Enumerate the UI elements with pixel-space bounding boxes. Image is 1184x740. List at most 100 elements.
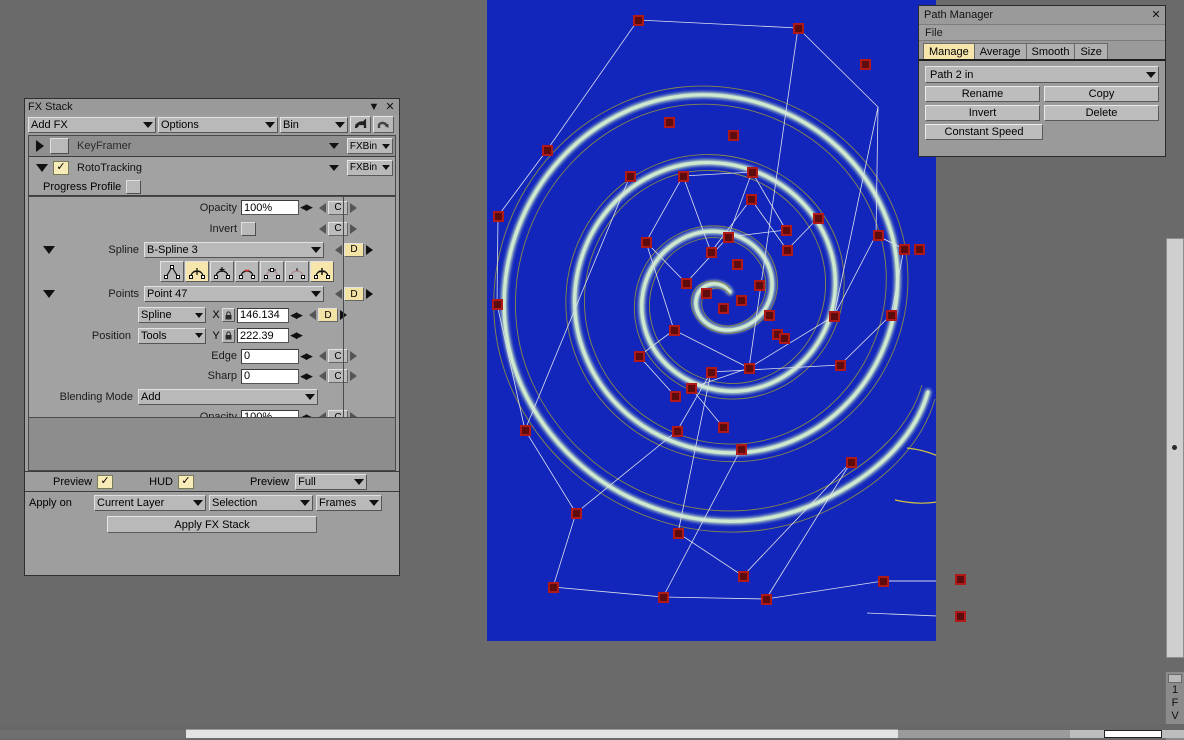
points-key-button[interactable]: D	[344, 287, 364, 301]
x-input[interactable]: 146.134	[237, 307, 289, 323]
rename-button[interactable]: Rename	[925, 86, 1040, 102]
blending-mode-dropdown[interactable]: Add	[138, 388, 318, 405]
effect-enable-checkbox[interactable]	[50, 138, 69, 154]
sharp-keyframe-nav[interactable]: C	[319, 369, 357, 383]
apply-on-row[interactable]: Apply on Current Layer Selection Frames	[25, 492, 399, 514]
preview-checkbox[interactable]: ✓	[97, 474, 114, 489]
bin-dropdown[interactable]: Bin	[280, 116, 348, 133]
spline-move-point-icon[interactable]	[310, 261, 334, 282]
prev-key-icon[interactable]	[319, 351, 326, 361]
prev-key-icon[interactable]	[319, 202, 326, 213]
copy-button[interactable]: Copy	[1044, 86, 1159, 102]
vertical-scrollbar[interactable]	[1166, 238, 1184, 658]
apply-range-dropdown[interactable]: Frames	[316, 495, 382, 511]
constant-speed-button[interactable]: Constant Speed	[925, 124, 1043, 140]
points-dropdown[interactable]: Point 47	[144, 286, 324, 302]
close-icon[interactable]: ✕	[1150, 9, 1162, 21]
opacity-input[interactable]: 100%	[241, 200, 299, 215]
sharp-spinner[interactable]: ◀▶	[299, 369, 313, 383]
prev-key-icon[interactable]	[335, 244, 342, 255]
path-manager-panel[interactable]: Path Manager ✕ File Manage Average Smoot…	[918, 5, 1166, 157]
hud-checkbox[interactable]: ✓	[177, 474, 194, 489]
progress-profile-row[interactable]: Progress Profile	[29, 178, 395, 196]
expand-collapse-icon[interactable]	[43, 245, 55, 254]
position-mode-tools-dropdown[interactable]: Tools	[138, 327, 206, 344]
progress-profile-swatch[interactable]	[126, 179, 142, 194]
path-select-dropdown[interactable]: Path 2 in	[925, 66, 1159, 83]
fx-stack-panel[interactable]: FX Stack ▼ ✕ Add FX Options Bin KeyFrame…	[24, 98, 400, 576]
effect-enable-checkbox[interactable]: ✓	[53, 160, 69, 175]
param-invert[interactable]: Invert C	[29, 218, 395, 239]
position-key-button[interactable]: D	[318, 308, 338, 322]
bottom-seg-track[interactable]	[186, 729, 898, 738]
next-key-icon[interactable]	[366, 289, 373, 299]
spline-cusp-icon[interactable]	[285, 261, 309, 282]
prev-key-icon[interactable]	[309, 310, 316, 320]
path-manager-titlebar[interactable]: Path Manager ✕	[919, 6, 1165, 24]
tab-smooth[interactable]: Smooth	[1025, 43, 1076, 59]
invert-key-button[interactable]: C	[328, 221, 348, 236]
opacity-spinner[interactable]: ◀▶	[299, 201, 313, 215]
sharp-key-button[interactable]: C	[328, 369, 348, 383]
expand-collapse-icon[interactable]	[43, 290, 55, 298]
spline-corner-icon[interactable]	[160, 261, 184, 282]
fx-stack-footer[interactable]: Preview ✓ HUD ✓ Preview Full	[25, 471, 399, 492]
next-key-icon[interactable]	[366, 244, 373, 255]
fx-stack-toolbar[interactable]: Add FX Options Bin	[25, 115, 399, 135]
viewport-canvas[interactable]	[487, 0, 936, 641]
position-mode-spline-dropdown[interactable]: Spline	[138, 307, 206, 323]
chevron-down-icon[interactable]	[329, 164, 339, 171]
path-manager-body[interactable]: Path 2 in Rename Copy Invert Delete Cons…	[919, 61, 1165, 145]
path-manager-button-row-3[interactable]: Constant Speed	[925, 124, 1159, 140]
chevron-down-icon[interactable]	[329, 143, 339, 149]
param-position-y[interactable]: Position Tools Y 222.39 ◀▶	[29, 325, 395, 346]
apply-target-dropdown[interactable]: Current Layer	[94, 495, 206, 511]
add-fx-dropdown[interactable]: Add FX	[28, 116, 156, 133]
param-sharp[interactable]: Sharp 0 ◀▶ C	[29, 366, 395, 386]
prev-key-icon[interactable]	[319, 223, 326, 234]
path-manager-button-row-1[interactable]: Rename Copy	[925, 86, 1159, 102]
apply-button-row[interactable]: Apply FX Stack	[25, 514, 399, 538]
bottom-toolbar-strip[interactable]	[0, 729, 1184, 738]
fx-stack-titlebar[interactable]: FX Stack ▼ ✕	[25, 99, 399, 115]
spline-tool-row[interactable]	[29, 260, 395, 283]
tab-size[interactable]: Size	[1074, 43, 1108, 59]
invert-checkbox[interactable]	[241, 221, 256, 236]
fx-effect-row-rototracking[interactable]: ✓ RotoTracking FXBin	[29, 157, 395, 178]
fx-parameters[interactable]: Opacity 100% ◀▶ C Invert C Spline B-Spli…	[28, 197, 396, 471]
opacity-key-button[interactable]: C	[328, 200, 348, 215]
y-spinner[interactable]: ◀▶	[289, 329, 303, 343]
edge-spinner[interactable]: ◀▶	[299, 349, 313, 363]
next-key-icon[interactable]	[350, 202, 357, 213]
apply-scope-dropdown[interactable]: Selection	[209, 495, 313, 511]
param-edge[interactable]: Edge 0 ◀▶ C	[29, 346, 395, 366]
spline-keyframe-nav[interactable]: D	[335, 242, 373, 257]
prev-key-icon[interactable]	[335, 289, 342, 299]
invert-button[interactable]: Invert	[925, 105, 1040, 121]
spline-smooth-icon[interactable]	[260, 261, 284, 282]
apply-fx-stack-button[interactable]: Apply FX Stack	[107, 516, 317, 533]
fx-effect-row-keyframer[interactable]: KeyFramer FXBin	[29, 136, 395, 157]
opacity-keyframe-nav[interactable]: C	[319, 200, 357, 215]
points-keyframe-nav[interactable]: D	[335, 287, 373, 301]
spline-add-point-icon[interactable]	[185, 261, 209, 282]
spline-tools[interactable]	[160, 261, 334, 282]
expand-collapse-icon[interactable]	[36, 140, 44, 152]
control-points-outside-canvas[interactable]	[930, 565, 980, 635]
path-manager-menubar[interactable]: File	[919, 24, 1165, 41]
fxbin-button-keyframer[interactable]: FXBin	[347, 138, 393, 154]
bottom-frame-field[interactable]	[1104, 730, 1162, 738]
options-dropdown[interactable]: Options	[158, 116, 278, 133]
prev-key-icon[interactable]	[319, 371, 326, 381]
sharp-input[interactable]: 0	[241, 368, 299, 384]
next-key-icon[interactable]	[350, 223, 357, 234]
param-opacity[interactable]: Opacity 100% ◀▶ C	[29, 197, 395, 218]
tab-average[interactable]: Average	[973, 43, 1027, 59]
spline-insert-point-icon[interactable]	[210, 261, 234, 282]
lock-y-icon[interactable]	[222, 328, 235, 343]
corner-cap[interactable]	[1168, 674, 1182, 683]
edge-keyframe-nav[interactable]: C	[319, 349, 357, 363]
param-points[interactable]: Points Point 47 D	[29, 283, 395, 305]
spline-dropdown[interactable]: B-Spline 3	[144, 241, 324, 258]
edge-key-button[interactable]: C	[328, 349, 348, 363]
